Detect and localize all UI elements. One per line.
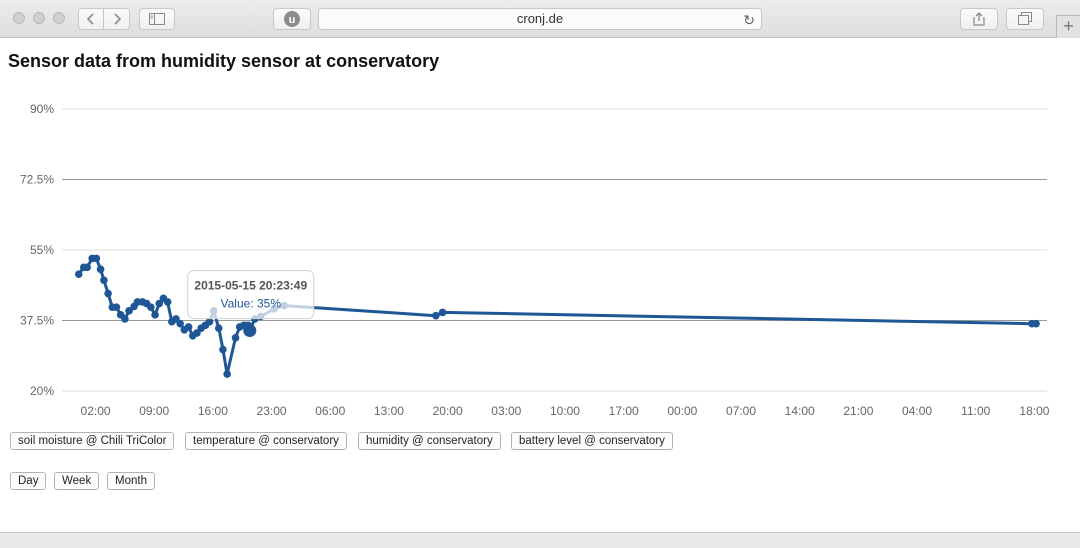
sensor-button-soil-moisture[interactable]: soil moisture @ Chili TriColor [10, 432, 175, 450]
data-point[interactable] [184, 323, 193, 331]
window-close-button[interactable] [13, 12, 25, 24]
x-axis-ticks: 02:00 09:00 16:00 23:00 06:00 13:00 20:00 03:00… [81, 404, 1050, 418]
back-button[interactable] [78, 8, 104, 30]
x-tick-label: 00:00 [667, 404, 697, 418]
tabs-icon [1018, 12, 1032, 25]
data-point[interactable] [151, 311, 159, 319]
y-tick-label: 90% [30, 102, 54, 116]
chart-tooltip: 2015-05-15 20:23:49 Value: 35% [187, 270, 315, 320]
data-point[interactable] [147, 303, 155, 312]
x-tick-label: 17:00 [609, 404, 639, 418]
tabs-overview-button[interactable] [1006, 8, 1044, 30]
data-point[interactable] [74, 270, 83, 278]
data-point[interactable] [163, 298, 172, 306]
data-point[interactable] [438, 308, 447, 317]
address-bar[interactable]: cronj.de ↻ [318, 8, 762, 30]
data-point[interactable] [92, 254, 101, 263]
browser-toolbar: u cronj.de ↻ + [0, 0, 1080, 38]
data-point[interactable] [219, 345, 227, 354]
data-point[interactable] [83, 263, 91, 272]
extension-button[interactable]: u [273, 8, 311, 30]
tooltip-timestamp: 2015-05-15 20:23:49 [194, 279, 307, 293]
x-tick-label: 09:00 [139, 404, 169, 418]
y-tick-label: 55% [30, 243, 54, 257]
x-tick-label: 23:00 [257, 404, 287, 418]
data-point[interactable] [214, 324, 223, 332]
x-tick-label: 13:00 [374, 404, 404, 418]
share-icon [973, 12, 985, 26]
browser-status-bar [0, 532, 1080, 548]
data-point[interactable] [231, 334, 240, 342]
x-tick-label: 03:00 [491, 404, 521, 418]
x-tick-label: 21:00 [843, 404, 873, 418]
url-text: cronj.de [516, 11, 564, 26]
data-point[interactable] [432, 311, 440, 320]
chevron-left-icon [86, 13, 94, 25]
x-tick-label: 06:00 [315, 404, 345, 418]
x-tick-label: 02:00 [81, 404, 111, 418]
sensor-button-temperature[interactable]: temperature @ conservatory [185, 432, 347, 450]
sensor-button-battery-level[interactable]: battery level @ conservatory [511, 432, 673, 450]
chevron-right-icon [113, 13, 121, 25]
y-tick-label: 20% [30, 384, 54, 398]
humidity-line-chart: 90% 72.5% 55% 37.5% 20% 02:00 09:00 16:00 23:00… [20, 102, 1050, 418]
x-tick-label: 11:00 [961, 404, 990, 418]
x-tick-label: 20:00 [433, 404, 463, 418]
y-tick-label: 72.5% [20, 173, 54, 187]
share-button[interactable] [960, 8, 998, 30]
range-button-day[interactable]: Day [10, 472, 47, 490]
x-tick-label: 07:00 [726, 404, 756, 418]
range-button-week[interactable]: Week [54, 472, 100, 490]
new-tab-button[interactable]: + [1056, 15, 1080, 38]
y-tick-label: 37.5% [20, 314, 54, 328]
sidebar-toggle-button[interactable] [139, 8, 175, 30]
tooltip-value: Value: 35% [221, 297, 282, 311]
window-minimize-button[interactable] [33, 12, 45, 24]
data-point[interactable] [223, 370, 231, 378]
data-point[interactable] [121, 315, 129, 323]
data-point[interactable] [112, 303, 121, 312]
extension-u-icon: u [284, 11, 300, 27]
sidebar-icon [149, 13, 165, 25]
window-zoom-button[interactable] [53, 12, 65, 24]
data-point[interactable] [100, 276, 108, 285]
x-tick-label: 10:00 [550, 404, 580, 418]
sensor-button-humidity[interactable]: humidity @ conservatory [358, 432, 501, 450]
x-tick-label: 14:00 [785, 404, 815, 418]
x-tick-label: 16:00 [198, 404, 228, 418]
highlighted-data-point[interactable] [243, 324, 257, 338]
data-point[interactable] [1032, 319, 1040, 328]
forward-button[interactable] [103, 8, 130, 30]
x-tick-label: 18:00 [1019, 404, 1049, 418]
chart-grid [62, 108, 1047, 392]
x-tick-label: 04:00 [902, 404, 932, 418]
range-button-month[interactable]: Month [107, 472, 155, 490]
reload-icon[interactable]: ↻ [743, 10, 755, 30]
y-axis-ticks: 90% 72.5% 55% 37.5% 20% [20, 102, 54, 398]
data-point[interactable] [96, 265, 105, 274]
page-title: Sensor data from humidity sensor at cons… [8, 51, 440, 71]
svg-text:u: u [289, 14, 296, 26]
data-point[interactable] [104, 289, 112, 298]
